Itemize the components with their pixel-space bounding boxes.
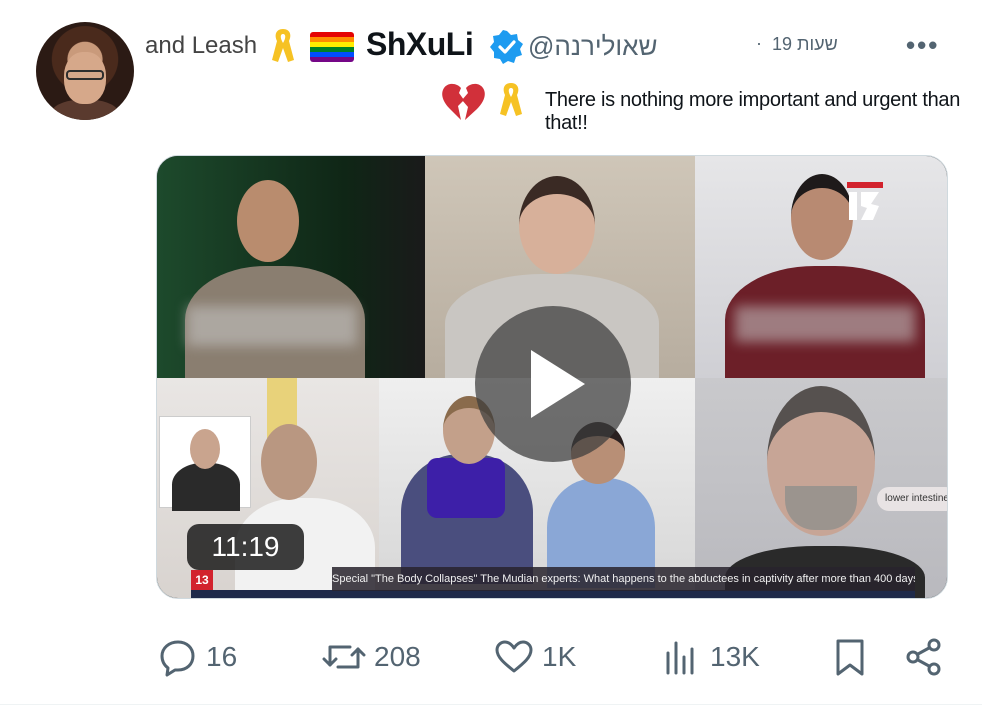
more-icon[interactable]: ••• — [906, 30, 939, 61]
person-figure — [190, 429, 220, 469]
repost-button[interactable]: 208 — [322, 632, 421, 682]
shirt-pattern — [427, 458, 505, 518]
sign-language-inset — [159, 416, 251, 511]
action-bar: 16 208 1K 13K — [0, 632, 982, 682]
video-bottom-strip — [191, 590, 915, 598]
repost-icon — [322, 645, 366, 669]
share-button[interactable] — [904, 632, 944, 682]
separator-dot: · — [756, 33, 762, 53]
avatar-glasses — [66, 70, 104, 80]
post-time[interactable]: 19 שעות — [772, 34, 838, 55]
tweet-text: There is nothing more important and urge… — [545, 89, 961, 134]
tweet: and Leash ShXuLi @שאולירנה · 19 שעות •••… — [0, 0, 982, 709]
person-figure — [791, 174, 853, 260]
reply-button[interactable]: 16 — [158, 632, 237, 682]
channel-logo-icon — [847, 182, 883, 220]
video-player[interactable]: 11:19 lower intestine 13 Special "The Bo… — [156, 155, 948, 599]
share-icon — [906, 638, 941, 676]
channel-logo-small: 13 — [191, 570, 213, 590]
video-side-label: lower intestine — [877, 487, 947, 511]
video-tile — [157, 156, 425, 378]
yellow-ribbon-icon — [272, 29, 294, 62]
person-figure — [519, 176, 595, 274]
blurred-area — [735, 306, 915, 342]
user-handle[interactable]: @שאולירנה — [528, 31, 657, 62]
person-figure — [261, 424, 317, 500]
heart-icon — [495, 640, 533, 673]
play-icon — [531, 350, 585, 418]
bookmark-button[interactable] — [830, 632, 870, 682]
person-figure — [172, 463, 240, 511]
avatar[interactable] — [36, 22, 134, 120]
blurred-area — [187, 306, 357, 346]
like-button[interactable]: 1K — [494, 632, 576, 682]
rainbow-flag-icon — [310, 32, 354, 62]
verified-badge-icon — [490, 30, 523, 64]
video-duration: 11:19 — [187, 524, 304, 570]
bookmark-icon — [836, 639, 864, 676]
views-button[interactable]: 13K — [662, 632, 760, 682]
display-name-prefix[interactable]: and Leash — [145, 32, 257, 60]
broken-heart-icon — [442, 83, 485, 120]
reply-count: 16 — [206, 641, 238, 672]
reply-icon — [160, 640, 195, 677]
repost-count: 208 — [374, 641, 421, 672]
like-count: 1K — [542, 641, 577, 672]
yellow-ribbon-icon — [500, 83, 522, 116]
views-icon — [666, 641, 694, 675]
views-count: 13K — [710, 641, 760, 672]
person-figure — [237, 180, 299, 262]
play-button[interactable] — [475, 306, 631, 462]
video-caption: Special "The Body Collapses" The Mudian … — [332, 567, 915, 591]
video-tile — [695, 156, 947, 378]
divider — [0, 704, 982, 705]
display-name[interactable]: ShXuLi — [366, 26, 474, 63]
